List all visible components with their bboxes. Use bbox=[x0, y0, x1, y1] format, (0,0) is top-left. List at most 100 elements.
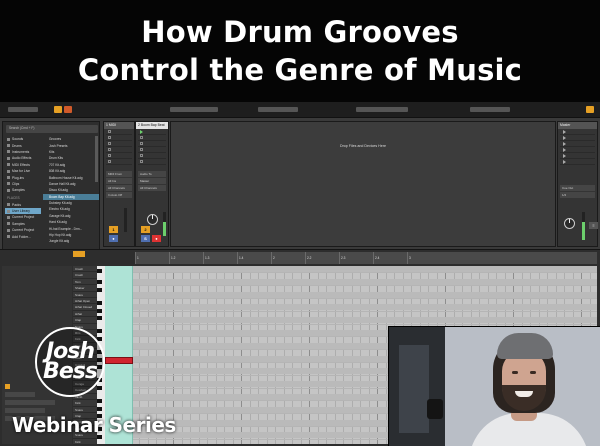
presenter-beanie bbox=[497, 333, 553, 359]
browser-file-list: Grooves Josh Presets Kits Drum Kits 707 … bbox=[43, 136, 99, 245]
fold-button[interactable] bbox=[73, 251, 85, 257]
master-out-select[interactable]: 1/2 bbox=[560, 192, 595, 198]
ruler-tick: 1.3 bbox=[205, 256, 210, 260]
midi-from-select[interactable]: All Ins bbox=[106, 178, 132, 184]
stop-button-icon bbox=[140, 154, 143, 157]
track-1-arm[interactable]: ● bbox=[109, 235, 118, 242]
ruler-tick: 1.2 bbox=[171, 256, 176, 260]
transport-tap[interactable] bbox=[8, 107, 38, 112]
grid-row bbox=[105, 272, 597, 274]
category-icon bbox=[7, 169, 10, 173]
track-1-activator[interactable]: 1 bbox=[109, 226, 118, 233]
ruler-tick: 1 bbox=[137, 256, 139, 260]
piano-black-key[interactable] bbox=[97, 269, 102, 273]
folder-icon bbox=[7, 222, 10, 226]
scene-launch[interactable] bbox=[560, 159, 595, 165]
track-2-solo[interactable]: S bbox=[141, 235, 150, 242]
piano-black-key[interactable] bbox=[97, 288, 102, 292]
piano-black-key[interactable] bbox=[97, 329, 102, 333]
clip-ruler[interactable]: 1 1.2 1.3 1.4 2 2.2 2.3 2.4 3 bbox=[135, 252, 597, 264]
category-icon bbox=[7, 150, 10, 154]
scene-play-icon bbox=[563, 153, 566, 158]
folder-icon bbox=[7, 228, 10, 232]
piano-black-key[interactable] bbox=[97, 407, 102, 411]
browser-place[interactable]: Add Folder... bbox=[5, 233, 41, 239]
track-1-title[interactable]: 1 MIDI bbox=[104, 122, 134, 129]
channel-select[interactable]: All Channels bbox=[106, 185, 132, 191]
drum-lane-label[interactable]: Kick bbox=[73, 439, 97, 445]
stop-button-icon bbox=[140, 142, 143, 145]
stop-button-icon bbox=[108, 142, 111, 145]
track-2-boom-bap: 2 Boom Bap Beat Audio To Master All Chan… bbox=[135, 121, 169, 247]
track-2-pan-knob[interactable] bbox=[147, 214, 158, 225]
master-meter bbox=[582, 212, 585, 240]
grid-row bbox=[105, 291, 597, 298]
audio-to-label: Audio To bbox=[138, 171, 166, 177]
track-1-midi: 1 MIDI MIDI From All Ins All Channels In… bbox=[103, 121, 135, 247]
browser-category[interactable]: Samples bbox=[5, 187, 41, 193]
grid-row bbox=[105, 266, 597, 272]
browser-scrollbar[interactable] bbox=[95, 136, 98, 182]
quantize-icon[interactable] bbox=[64, 106, 72, 113]
video-title-band: How Drum Grooves Control the Genre of Mu… bbox=[0, 0, 600, 102]
master-volume-knob[interactable] bbox=[564, 218, 575, 229]
loop-position[interactable] bbox=[356, 107, 408, 112]
cpu-meter-icon bbox=[586, 106, 594, 113]
track-2-arm[interactable]: ● bbox=[152, 235, 161, 242]
scene-play-icon bbox=[563, 129, 566, 134]
track-2-title[interactable]: 2 Boom Bap Beat bbox=[136, 122, 168, 129]
browser-file[interactable]: Jungle Kit.adg bbox=[43, 238, 99, 244]
category-icon bbox=[7, 182, 10, 186]
webcam-acoustic-panel bbox=[399, 345, 429, 433]
browser-category-list: Sounds Drums Instruments Audio Effects M… bbox=[5, 136, 41, 240]
grid-row bbox=[105, 304, 597, 311]
metronome-icon[interactable] bbox=[54, 106, 62, 113]
track-1-meter bbox=[124, 208, 127, 232]
master-title[interactable]: Master bbox=[558, 122, 597, 129]
audio-to-select[interactable]: Master bbox=[138, 178, 166, 184]
drop-hint: Drop Files and Devices Here bbox=[340, 144, 386, 148]
presenter-eye bbox=[512, 371, 518, 374]
scene-play-icon bbox=[563, 159, 566, 164]
category-icon bbox=[7, 176, 10, 180]
clip-slot[interactable] bbox=[138, 159, 166, 165]
presenter-eye bbox=[530, 371, 536, 374]
search-placeholder: Search (Cmd + F) bbox=[9, 126, 35, 130]
cue-out-label: Cue Out bbox=[560, 185, 595, 191]
josh-bess-logo: Josh Bess bbox=[35, 327, 105, 397]
add-folder-icon bbox=[7, 235, 10, 239]
browser-search-input[interactable]: Search (Cmd + F) bbox=[6, 125, 98, 133]
video-title-line-2: Control the Genre of Music bbox=[77, 53, 523, 87]
piano-black-key[interactable] bbox=[97, 309, 102, 313]
midi-note[interactable] bbox=[105, 357, 133, 364]
scene-play-icon bbox=[563, 147, 566, 152]
grid-row bbox=[105, 317, 597, 324]
midi-from-label: MIDI From bbox=[106, 171, 132, 177]
folder-icon bbox=[7, 203, 10, 207]
ruler-tick: 2.3 bbox=[341, 256, 346, 260]
key-midi-switches[interactable] bbox=[470, 107, 510, 112]
session-drop-area[interactable]: Drop Files and Devices Here bbox=[170, 121, 556, 247]
scene-play-icon bbox=[563, 135, 566, 140]
piano-black-key[interactable] bbox=[97, 301, 102, 305]
piano-black-key[interactable] bbox=[97, 386, 102, 390]
monitor-select[interactable]: In Auto Off bbox=[106, 192, 132, 198]
piano-black-key[interactable] bbox=[97, 280, 102, 284]
clip-slot[interactable] bbox=[106, 159, 132, 165]
clip-activator-icon[interactable] bbox=[5, 384, 10, 389]
transport-controls[interactable] bbox=[258, 107, 298, 112]
clip-name-field[interactable] bbox=[5, 392, 35, 397]
piano-black-key[interactable] bbox=[97, 399, 102, 403]
grid-row bbox=[105, 323, 597, 325]
grid-row bbox=[105, 285, 597, 287]
master-mixer-icon[interactable]: ≡ bbox=[589, 222, 598, 229]
grid-row bbox=[105, 310, 597, 312]
video-title-line-1: How Drum Grooves bbox=[141, 15, 459, 49]
transport-position[interactable] bbox=[170, 107, 218, 112]
channel-select[interactable]: All Channels bbox=[138, 185, 166, 191]
clip-signature-field[interactable] bbox=[5, 400, 55, 405]
master-track: Master Cue Out 1/2 ≡ bbox=[557, 121, 598, 247]
piano-black-key[interactable] bbox=[97, 316, 102, 320]
track-2-activator[interactable]: 2 bbox=[141, 226, 150, 233]
category-icon bbox=[7, 144, 10, 148]
